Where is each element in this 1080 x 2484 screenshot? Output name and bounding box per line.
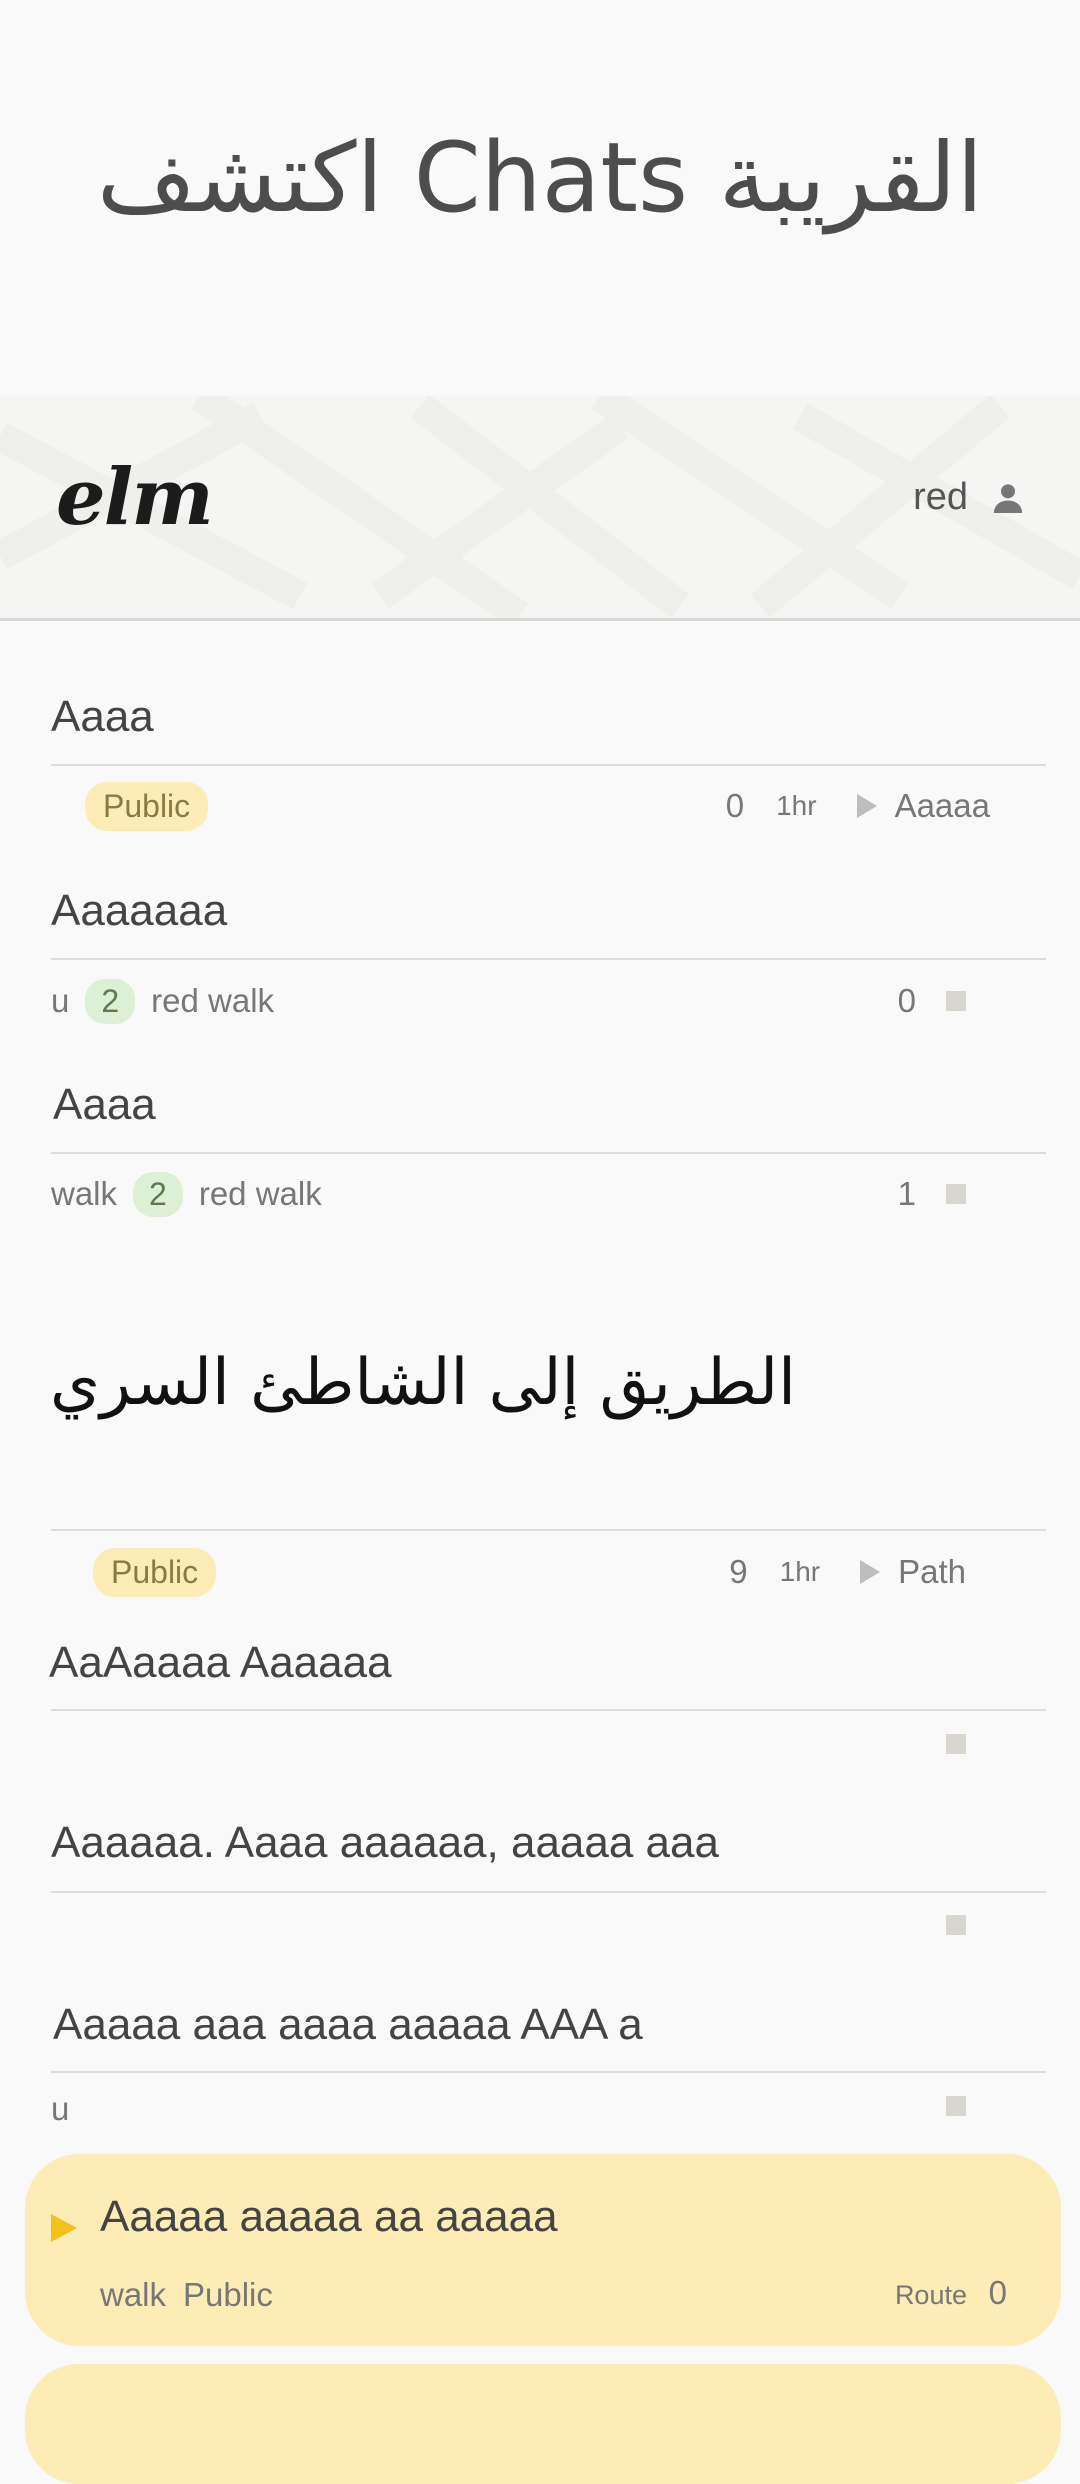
member-count: 9 bbox=[729, 1553, 748, 1590]
chat-prefix: u bbox=[51, 2090, 70, 2127]
play-icon[interactable] bbox=[51, 2214, 77, 2242]
user-name: red bbox=[913, 476, 968, 518]
section-heading: الطريق إلى الشاطئ السري bbox=[50, 1346, 796, 1420]
time-ago: 1hr bbox=[776, 790, 817, 821]
visibility-badge: Public bbox=[85, 781, 209, 831]
card-count: 0 bbox=[988, 2274, 1007, 2311]
card-visibility: Public bbox=[183, 2276, 273, 2313]
status-square-icon bbox=[946, 1734, 966, 1754]
chat-title[interactable]: Aaaa bbox=[51, 692, 154, 742]
chat-title[interactable]: Aaaaa aaa aaaa aaaaa AAA a bbox=[53, 2000, 643, 2050]
next-route-card[interactable] bbox=[25, 2364, 1061, 2484]
chat-title[interactable]: Aaaaaa. Aaaa aaaaaa, aaaaa aaa bbox=[51, 1818, 719, 1868]
member-count: 0 bbox=[897, 982, 916, 1019]
active-route-card[interactable]: Aaaaa aaaaa aa aaaaa walk Public Route 0 bbox=[25, 2154, 1061, 2346]
time-ago: 1hr bbox=[779, 1556, 821, 1587]
divider bbox=[51, 1891, 1046, 1893]
divider bbox=[51, 1152, 1046, 1154]
person-icon bbox=[993, 483, 1023, 513]
status-square-icon bbox=[946, 2096, 966, 2116]
count-badge: 2 bbox=[133, 1171, 183, 1217]
member-count: 1 bbox=[897, 1175, 916, 1212]
divider bbox=[51, 764, 1046, 766]
participants: red walk bbox=[151, 982, 275, 1019]
chat-meta: Public 0 1hr Aaaaa bbox=[51, 781, 1046, 831]
status-square-icon bbox=[946, 1184, 966, 1204]
divider bbox=[51, 1529, 1046, 1531]
chat-prefix: walk bbox=[51, 1175, 118, 1212]
member-count: 0 bbox=[725, 787, 745, 824]
chat-meta: walk 2 red walk 1 bbox=[51, 1170, 1046, 1218]
card-title: Aaaaa aaaaa aa aaaaa bbox=[100, 2192, 558, 2241]
app-header: elm red bbox=[0, 396, 1080, 621]
divider bbox=[51, 958, 1046, 960]
divider bbox=[51, 2071, 1046, 2073]
section-meta: Public 9 1hr Path bbox=[51, 1547, 1046, 1597]
user-menu[interactable]: red bbox=[913, 476, 1028, 519]
divider bbox=[51, 1709, 1046, 1711]
app-logo[interactable]: elm bbox=[56, 452, 214, 543]
status-square-icon bbox=[946, 1915, 966, 1935]
chat-prefix: u bbox=[51, 982, 70, 1019]
visibility-badge: Public bbox=[93, 1547, 217, 1597]
page-title: اكتشف Chats القريبة bbox=[96, 122, 984, 234]
chat-title[interactable]: Aaaaaaa bbox=[51, 886, 227, 936]
card-user: walk bbox=[100, 2276, 167, 2313]
chat-meta: u 2 red walk 0 bbox=[51, 977, 1046, 1025]
route-target[interactable]: Aaaaa bbox=[895, 787, 990, 825]
count-badge: 2 bbox=[85, 978, 136, 1024]
play-icon bbox=[860, 1560, 881, 1584]
play-icon bbox=[856, 794, 877, 818]
card-type: Route bbox=[894, 2280, 967, 2310]
status-square-icon bbox=[946, 991, 966, 1011]
route-target[interactable]: Path bbox=[898, 1553, 966, 1591]
participants: red walk bbox=[198, 1175, 322, 1212]
chat-title[interactable]: Aaaa bbox=[53, 1080, 156, 1130]
chat-title[interactable]: AaAaaaa Aaaaaa bbox=[49, 1638, 392, 1688]
